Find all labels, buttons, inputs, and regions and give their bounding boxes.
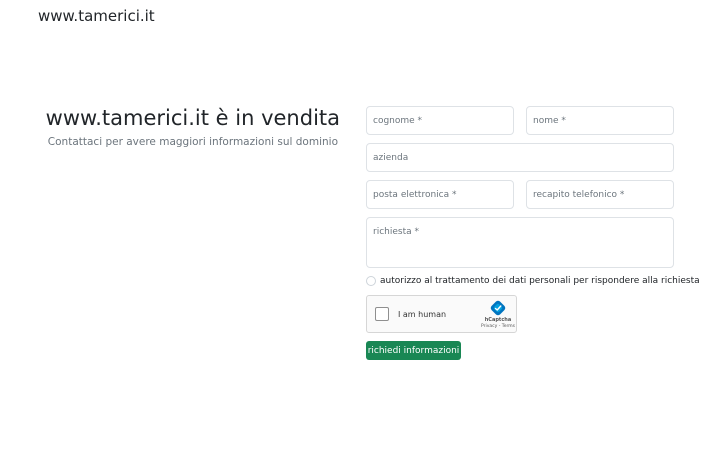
page-title: www.tamerici.it è in vendita	[45, 106, 340, 130]
azienda-input[interactable]	[366, 143, 674, 172]
captcha-checkbox[interactable]	[375, 307, 389, 321]
submit-button[interactable]: richiedi informazioni	[366, 341, 461, 360]
site-title: www.tamerici.it	[38, 7, 155, 25]
captcha-brand: hCaptcha	[484, 317, 512, 323]
consent-row: autorizzo al trattamento dei dati person…	[366, 276, 700, 286]
richiesta-textarea[interactable]	[366, 217, 674, 268]
nome-input[interactable]	[526, 106, 674, 135]
email-input[interactable]	[366, 180, 514, 209]
cognome-input[interactable]	[366, 106, 514, 135]
captcha-widget: I am human hCaptcha Privacy - Terms	[366, 295, 517, 333]
consent-checkbox[interactable]	[366, 276, 376, 286]
captcha-label: I am human	[398, 310, 447, 319]
page-subtitle: Contattaci per avere maggiori informazio…	[47, 136, 338, 148]
captcha-links[interactable]: Privacy - Terms	[473, 324, 523, 329]
consent-label: autorizzo al trattamento dei dati person…	[380, 276, 700, 286]
hcaptcha-logo-icon	[490, 300, 506, 316]
phone-input[interactable]	[526, 180, 674, 209]
